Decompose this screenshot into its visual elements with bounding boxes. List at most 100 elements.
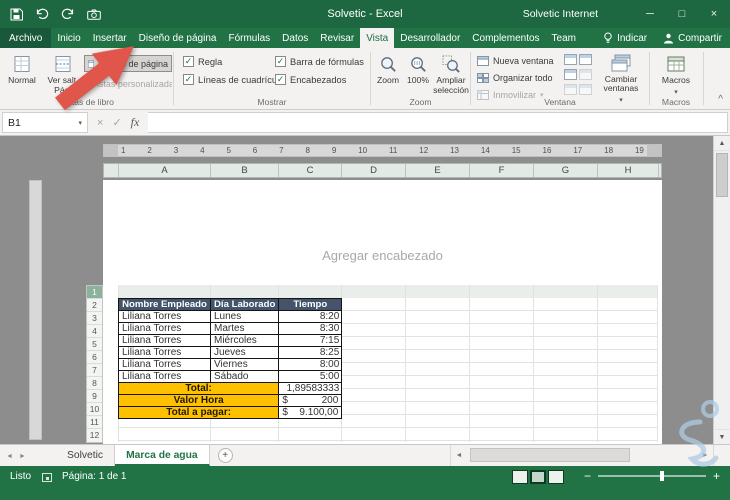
minimize-button[interactable]: ─ — [634, 0, 666, 28]
save-button[interactable] — [8, 5, 24, 23]
share-button[interactable]: Compartir — [655, 28, 730, 48]
ruler-checkbox[interactable]: ✓ Regla — [183, 56, 222, 67]
valor-hora-value-cell[interactable]: $ 200 — [278, 394, 343, 407]
tab-desarrollador[interactable]: Desarrollador — [394, 28, 466, 48]
normal-view-shortcut-icon[interactable] — [512, 470, 528, 484]
column-header-a[interactable]: A — [119, 164, 211, 177]
tab-complementos[interactable]: Complementos — [466, 28, 545, 48]
formula-input[interactable] — [148, 112, 728, 133]
tab-datos[interactable]: Datos — [276, 28, 314, 48]
row-header-7[interactable]: 7 — [87, 364, 102, 377]
row-header-4[interactable]: 4 — [87, 325, 102, 338]
column-header-h[interactable]: H — [598, 164, 659, 177]
column-header-c[interactable]: C — [279, 164, 342, 177]
synchronous-scrolling-button[interactable] — [579, 69, 592, 80]
header-cell[interactable]: Nombre Empleado — [118, 298, 211, 311]
tell-me-button[interactable]: Indicar — [595, 28, 655, 48]
row-header-6[interactable]: 6 — [87, 351, 102, 364]
cell[interactable]: 8:30 — [278, 322, 343, 335]
cell[interactable]: 8:20 — [278, 310, 343, 323]
cell[interactable]: 8:00 — [278, 358, 343, 371]
camera-button[interactable] — [86, 5, 102, 23]
cell[interactable]: Sábado — [209, 370, 280, 383]
cell[interactable]: Miércoles — [209, 334, 280, 347]
previous-sheet-icon[interactable]: ◄ — [6, 453, 13, 460]
page-layout-view-shortcut-icon[interactable] — [530, 470, 546, 484]
column-header-b[interactable]: B — [211, 164, 279, 177]
cell[interactable]: 7:15 — [278, 334, 343, 347]
total-pagar-value-cell[interactable]: $ 9.100,00 — [278, 406, 343, 419]
tab-vista[interactable]: Vista — [360, 28, 395, 48]
cell[interactable]: Liliana Torres — [118, 334, 211, 347]
tab-inicio[interactable]: Inicio — [51, 28, 86, 48]
new-window-button[interactable]: Nueva ventana — [474, 53, 562, 68]
zoom-slider-thumb[interactable] — [659, 471, 664, 481]
tab-formulas[interactable]: Fórmulas — [222, 28, 276, 48]
normal-view-button[interactable]: Normal — [4, 50, 40, 104]
macros-button[interactable]: Macros ▾ — [653, 50, 699, 104]
cell[interactable]: Liliana Torres — [118, 322, 211, 335]
macro-record-icon[interactable] — [42, 473, 52, 482]
page-header-placeholder[interactable]: Agregar encabezado — [103, 248, 662, 263]
cancel-entry-button[interactable]: × — [97, 117, 103, 129]
tab-revisar[interactable]: Revisar — [314, 28, 360, 48]
enter-entry-button[interactable]: ✓ — [112, 116, 121, 129]
column-header-g[interactable]: G — [534, 164, 598, 177]
arrange-all-button[interactable]: Organizar todo — [474, 70, 562, 85]
zoom-to-selection-button[interactable]: Ampliar selección — [433, 50, 469, 104]
headings-checkbox[interactable]: ✓ Encabezados — [275, 74, 346, 85]
cell[interactable]: 8:25 — [278, 346, 343, 359]
switch-windows-button[interactable]: Cambiar ventanas ▾ — [596, 50, 646, 104]
column-header-e[interactable]: E — [406, 164, 470, 177]
row-header-3[interactable]: 3 — [87, 312, 102, 325]
horizontal-scrollbar-track[interactable] — [467, 445, 697, 466]
column-header-d[interactable]: D — [342, 164, 406, 177]
zoom-out-button[interactable]: − — [584, 469, 591, 483]
undo-button[interactable] — [34, 5, 50, 23]
gridlines-checkbox[interactable]: ✓ Líneas de cuadrícula — [183, 74, 284, 85]
total-pagar-label-cell[interactable]: Total a pagar: — [117, 406, 280, 419]
row-header-9[interactable]: 9 — [87, 390, 102, 403]
insert-function-button[interactable]: fx — [131, 115, 140, 130]
row-header-10[interactable]: 10 — [87, 403, 102, 416]
scroll-up-icon[interactable]: ▲ — [714, 136, 730, 151]
cell[interactable]: Liliana Torres — [118, 358, 211, 371]
add-sheet-button[interactable]: + — [217, 448, 233, 463]
close-button[interactable]: × — [698, 0, 730, 28]
horizontal-scrollbar-thumb[interactable] — [470, 448, 630, 462]
header-cell[interactable]: Tiempo — [278, 298, 343, 311]
zoom-100-button[interactable]: 100% — [403, 50, 433, 104]
view-side-by-side-button[interactable] — [579, 54, 592, 65]
total-label-cell[interactable]: Total: — [117, 382, 280, 395]
hide-window-button[interactable] — [564, 69, 577, 80]
redo-button[interactable] — [60, 5, 76, 23]
tab-diseno-de-pagina[interactable]: Diseño de página — [133, 28, 223, 48]
row-header-12[interactable]: 12 — [87, 429, 102, 442]
cell[interactable]: Liliana Torres — [118, 310, 211, 323]
tab-archivo[interactable]: Archivo — [0, 28, 52, 48]
cell[interactable]: Liliana Torres — [118, 370, 211, 383]
cell[interactable]: Viernes — [209, 358, 280, 371]
zoom-slider[interactable] — [597, 471, 706, 481]
total-value-cell[interactable]: 1,89583333 — [278, 382, 343, 395]
unhide-window-button[interactable] — [564, 84, 577, 95]
cell[interactable]: Liliana Torres — [118, 346, 211, 359]
vertical-scrollbar-thumb[interactable] — [716, 153, 728, 197]
cell[interactable]: Jueves — [209, 346, 280, 359]
row-header-1[interactable]: 1 — [87, 286, 102, 299]
collapse-ribbon-button[interactable]: ^ — [718, 94, 723, 105]
row-header-11[interactable]: 11 — [87, 416, 102, 429]
cell[interactable]: 5:00 — [278, 370, 343, 383]
maximize-button[interactable]: □ — [666, 0, 698, 28]
zoom-button[interactable]: Zoom — [373, 50, 403, 104]
account-name[interactable]: Solvetic Internet — [523, 0, 598, 28]
sheet-tab-solvetic[interactable]: Solvetic — [56, 445, 116, 466]
split-button[interactable] — [564, 54, 577, 65]
scroll-left-icon[interactable]: ◄ — [451, 452, 467, 459]
cell[interactable]: Martes — [209, 322, 280, 335]
cell[interactable]: Lunes — [209, 310, 280, 323]
column-header-f[interactable]: F — [470, 164, 534, 177]
tab-team[interactable]: Team — [546, 28, 582, 48]
formula-bar-checkbox[interactable]: ✓ Barra de fórmulas — [275, 56, 364, 67]
page-break-view-shortcut-icon[interactable] — [548, 470, 564, 484]
